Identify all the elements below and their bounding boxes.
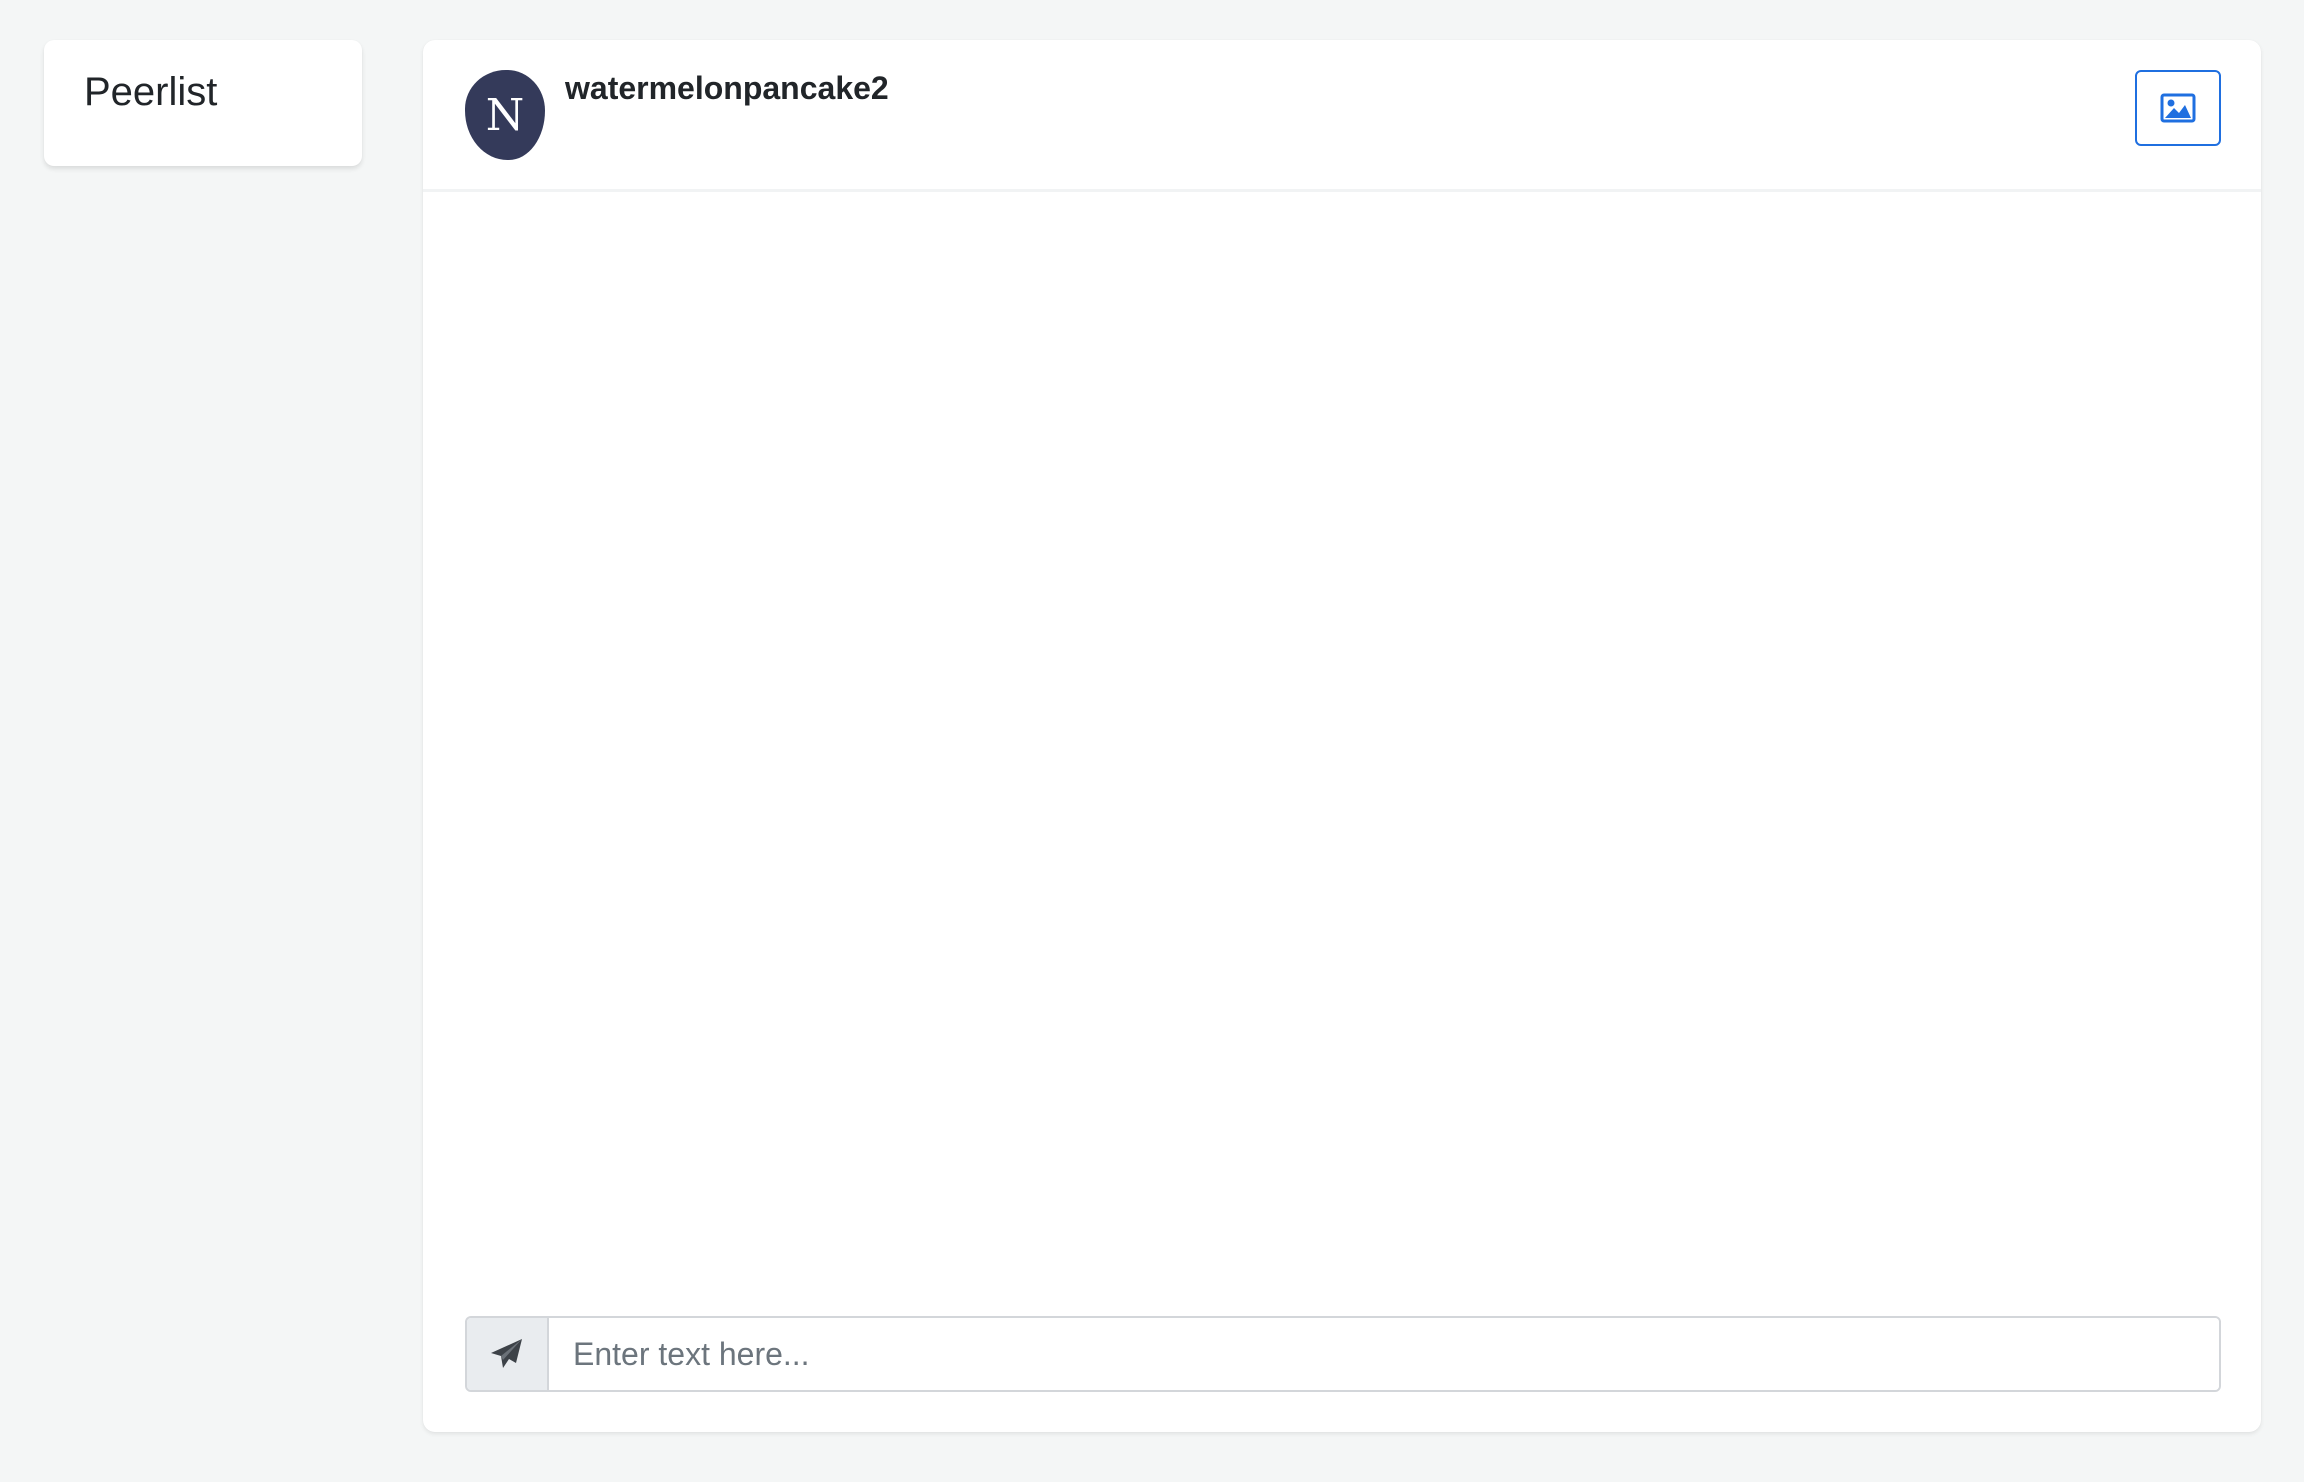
chat-header: N watermelonpancake2 bbox=[423, 40, 2261, 192]
message-input[interactable] bbox=[549, 1318, 2219, 1390]
message-list[interactable] bbox=[423, 192, 2261, 1312]
message-composer bbox=[465, 1316, 2221, 1392]
avatar[interactable]: N bbox=[465, 70, 545, 160]
image-icon bbox=[2160, 93, 2196, 123]
chat-username: watermelonpancake2 bbox=[565, 70, 889, 106]
chat-panel: N watermelonpancake2 bbox=[423, 40, 2261, 1432]
peerlist-title: Peerlist bbox=[84, 70, 218, 114]
send-image-button[interactable] bbox=[2135, 70, 2221, 146]
paper-plane-icon bbox=[490, 1338, 524, 1370]
peerlist-panel: Peerlist bbox=[44, 40, 362, 166]
send-button[interactable] bbox=[467, 1318, 549, 1390]
